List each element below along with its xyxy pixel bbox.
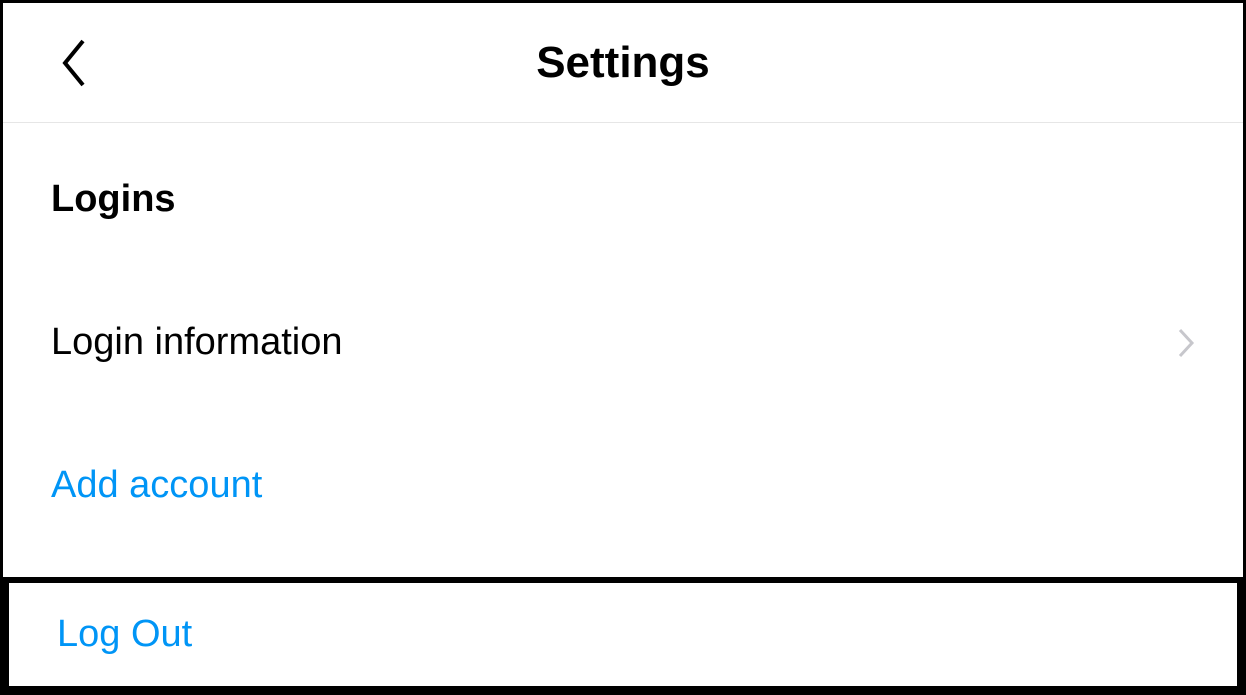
chevron-left-icon — [59, 37, 87, 89]
login-information-row[interactable]: Login information — [51, 321, 1195, 364]
content-area: Logins Login information Add account Log… — [3, 178, 1243, 692]
add-account-link[interactable]: Add account — [51, 464, 1195, 507]
login-information-label: Login information — [51, 321, 343, 364]
log-out-row-highlight: Log Out — [3, 577, 1243, 692]
page-title: Settings — [43, 38, 1203, 88]
section-heading-logins: Logins — [51, 178, 1195, 221]
chevron-right-icon — [1177, 327, 1195, 359]
log-out-link[interactable]: Log Out — [57, 613, 1189, 656]
back-button[interactable] — [53, 33, 93, 93]
header-bar: Settings — [3, 3, 1243, 123]
